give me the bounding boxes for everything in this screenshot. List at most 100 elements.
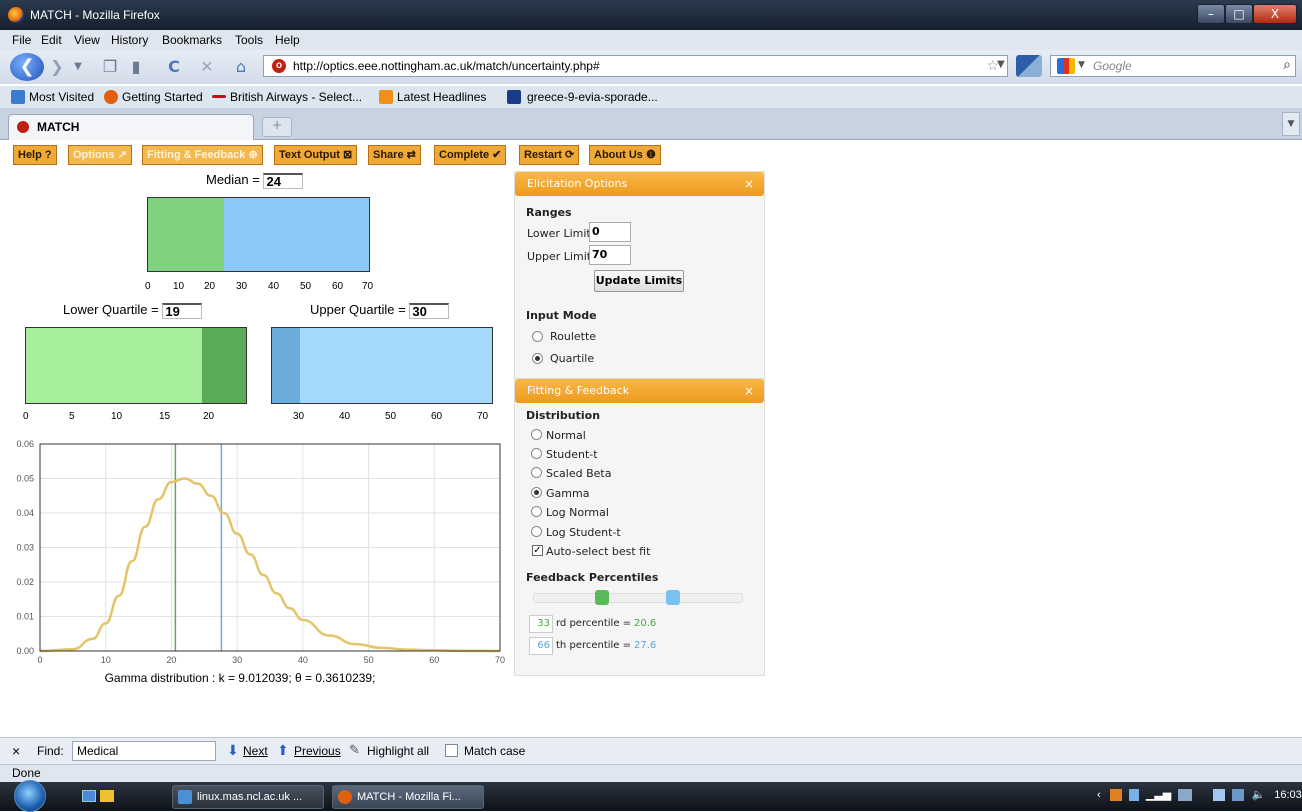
median-upper-segment[interactable] — [224, 198, 369, 271]
median-bar[interactable] — [147, 197, 370, 272]
shield-icon[interactable] — [1128, 789, 1139, 802]
google-engine-icon[interactable] — [1057, 58, 1075, 74]
close-window-button[interactable]: X — [1253, 4, 1297, 24]
low-percentile-handle[interactable] — [595, 590, 609, 605]
bookmark-most-visited[interactable]: Most Visited — [29, 90, 94, 104]
highlight-all-button[interactable]: Highlight all — [367, 744, 429, 758]
match-case-checkbox[interactable] — [445, 744, 458, 757]
log-normal-radio[interactable] — [531, 506, 542, 517]
find-next-button[interactable]: Next — [243, 744, 268, 758]
new-tab-button[interactable]: + — [262, 117, 292, 137]
display-icon[interactable] — [1232, 789, 1245, 802]
complete-button[interactable]: Complete ✔ — [434, 145, 507, 165]
fitting-feedback-button[interactable]: Fitting & Feedback ⊕ — [142, 145, 263, 165]
scaled-beta-label[interactable]: Scaled Beta — [546, 467, 611, 480]
scaled-beta-radio[interactable] — [531, 467, 542, 478]
menu-view[interactable]: View — [74, 33, 100, 47]
find-input[interactable]: Medical — [72, 741, 216, 761]
update-limits-button[interactable]: Update Limits — [594, 270, 684, 292]
bookmark-latest-headlines[interactable]: Latest Headlines — [397, 90, 486, 104]
history-dropdown-icon[interactable]: ▼ — [72, 55, 84, 79]
search-magnifier-icon[interactable]: ⌕ — [1283, 57, 1291, 73]
feed-icon[interactable] — [1016, 55, 1042, 77]
upper-quartile-input[interactable]: 30 — [409, 302, 450, 319]
quartile-radio[interactable] — [532, 353, 543, 364]
quick-launch-icon[interactable] — [100, 790, 114, 802]
fitting-close-icon[interactable]: × — [744, 379, 754, 403]
restart-button[interactable]: Restart ⟳ — [519, 145, 580, 165]
lower-quartile-bar[interactable] — [25, 327, 247, 404]
lower-quartile-input[interactable]: 19 — [162, 302, 203, 319]
percentile-slider-track[interactable] — [533, 593, 743, 603]
show-desktop-icon[interactable] — [82, 790, 96, 802]
gamma-radio[interactable] — [531, 487, 542, 498]
upper-quartile-bar[interactable] — [271, 327, 493, 404]
minimize-button[interactable]: – — [1197, 4, 1225, 24]
upper-quartile-light-segment[interactable] — [300, 328, 492, 403]
roulette-radio[interactable] — [532, 331, 543, 342]
tray-expand-icon[interactable]: ‹ — [1097, 789, 1101, 801]
signal-icon[interactable]: ▁▃▅ — [1146, 789, 1171, 801]
menu-tools[interactable]: Tools — [235, 33, 263, 47]
task-linux[interactable]: linux.mas.ncl.ac.uk ... — [172, 785, 324, 809]
tab-match[interactable]: MATCH — [8, 114, 254, 140]
upper-quartile-dark-segment[interactable] — [272, 328, 300, 403]
menu-edit[interactable]: Edit — [41, 33, 62, 47]
menu-history[interactable]: History — [111, 33, 148, 47]
next-arrow-icon[interactable]: ⬇ — [227, 742, 239, 759]
tray-app-icon[interactable] — [1109, 789, 1122, 802]
task-match[interactable]: MATCH - Mozilla Fi... — [332, 785, 484, 809]
auto-select-checkbox[interactable]: ✓ — [532, 545, 543, 556]
fitting-panel-header[interactable]: Fitting & Feedback × — [515, 379, 764, 403]
elicitation-panel-header[interactable]: Elicitation Options × — [515, 172, 764, 196]
forward-arrow-icon[interactable]: ❯ — [44, 55, 70, 79]
log-student-t-radio[interactable] — [531, 526, 542, 537]
options-button[interactable]: Options ↗ — [68, 145, 132, 165]
text-output-button[interactable]: Text Output ⊠ — [274, 145, 358, 165]
lower-quartile-light-segment[interactable] — [26, 328, 202, 403]
bookmark-british-airways[interactable]: British Airways - Select... — [230, 90, 362, 104]
find-close-icon[interactable]: × — [12, 743, 20, 759]
log-student-t-label[interactable]: Log Student-t — [546, 526, 621, 539]
median-lower-segment[interactable] — [148, 198, 224, 271]
copy-icon[interactable]: ❐ — [100, 55, 120, 79]
median-input[interactable]: 24 — [263, 172, 304, 189]
share-button[interactable]: Share ⇄ — [368, 145, 421, 165]
roulette-label[interactable]: Roulette — [550, 330, 596, 343]
search-input[interactable]: Google — [1093, 59, 1132, 73]
menu-help[interactable]: Help — [275, 33, 300, 47]
find-previous-button[interactable]: Previous — [294, 744, 341, 758]
stop-icon[interactable]: ✕ — [196, 55, 218, 79]
bookmark-greece[interactable]: greece-9-evia-sporade... — [527, 90, 658, 104]
bookmark-getting-started[interactable]: Getting Started — [122, 90, 203, 104]
student-t-label[interactable]: Student-t — [546, 448, 598, 461]
low-percentile-input[interactable]: 33 — [529, 615, 553, 633]
elicitation-close-icon[interactable]: × — [744, 172, 754, 196]
lower-quartile-dark-segment[interactable] — [202, 328, 246, 403]
reload-icon[interactable]: C — [162, 55, 186, 79]
quartile-label[interactable]: Quartile — [550, 352, 594, 365]
url-bar[interactable]: o http://optics.eee.nottingham.ac.uk/mat… — [263, 55, 1008, 77]
previous-arrow-icon[interactable]: ⬆ — [277, 742, 289, 759]
volume-icon[interactable]: 🔈 — [1252, 789, 1266, 801]
help-button[interactable]: Help ? — [13, 145, 57, 165]
paste-icon[interactable]: ▮ — [125, 55, 147, 79]
maximize-button[interactable]: □ — [1225, 4, 1253, 24]
home-icon[interactable]: ⌂ — [230, 55, 252, 79]
start-button-icon[interactable] — [14, 780, 46, 812]
gamma-label[interactable]: Gamma — [546, 487, 589, 500]
menu-file[interactable]: File — [12, 33, 31, 47]
tab-list-dropdown-icon[interactable]: ▼ — [1282, 112, 1300, 136]
back-arrow-icon[interactable]: ❮ — [10, 53, 44, 81]
normal-radio[interactable] — [531, 429, 542, 440]
normal-label[interactable]: Normal — [546, 429, 586, 442]
upper-limit-input[interactable]: 70 — [589, 245, 631, 265]
about-us-button[interactable]: About Us ❶ — [589, 145, 661, 165]
url-text[interactable]: http://optics.eee.nottingham.ac.uk/match… — [293, 59, 600, 73]
lower-limit-input[interactable]: 0 — [589, 222, 631, 242]
network-icon[interactable] — [1178, 789, 1193, 802]
student-t-radio[interactable] — [531, 448, 542, 459]
menu-bookmarks[interactable]: Bookmarks — [162, 33, 222, 47]
auto-select-label[interactable]: Auto-select best fit — [546, 545, 650, 558]
url-dropdown-icon[interactable]: ▼ — [997, 59, 1005, 70]
